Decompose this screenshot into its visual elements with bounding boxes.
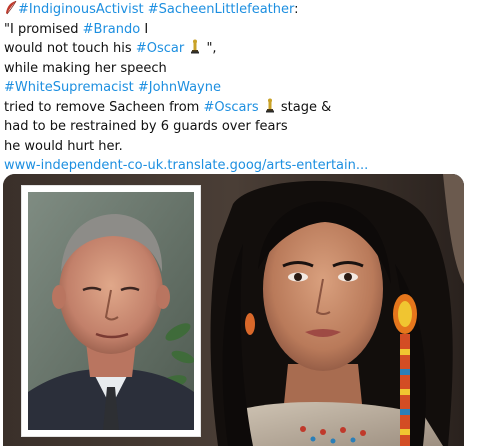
article-url-link[interactable]: www-independent-co-uk.translate.goog/art… xyxy=(4,158,368,173)
hashtag-link[interactable]: #Oscars xyxy=(203,100,258,115)
tweet-text-segment: while making her speech xyxy=(4,60,167,76)
inset-photo-frame xyxy=(21,185,201,437)
tweet-text-segment xyxy=(184,41,188,56)
tweet-line: he would hurt her. xyxy=(4,137,484,157)
tweet-media[interactable] xyxy=(3,174,464,446)
tweet-line: www-independent-co-uk.translate.goog/art… xyxy=(4,156,484,176)
tweet-text-segment: had to be restrained by 6 guards over fe… xyxy=(4,119,288,134)
tweet-line: would not touch his #Oscar ", xyxy=(4,39,484,59)
man-portrait-photo xyxy=(28,192,194,430)
tweet-text-segment: ", xyxy=(202,41,217,56)
tweet-line: had to be restrained by 6 guards over fe… xyxy=(4,117,484,137)
feather-icon xyxy=(5,0,17,15)
hashtag-link[interactable]: #Brando xyxy=(83,22,141,37)
tweet-text-segment: tried to remove Sacheen from xyxy=(4,99,204,115)
trophy-icon xyxy=(264,98,276,113)
tweet-line: while making her speech xyxy=(4,59,484,79)
tweet-line: "I promised #Brando I xyxy=(4,20,484,40)
tweet-line: tried to remove Sacheen from #Oscars sta… xyxy=(4,98,484,118)
trophy-icon xyxy=(189,39,201,54)
tweet-line: #WhiteSupremacist #JohnWayne xyxy=(4,78,484,98)
tweet-text: #IndiginousActivist #SacheenLittlefeathe… xyxy=(4,0,484,176)
tweet-line: #IndiginousActivist #SacheenLittlefeathe… xyxy=(4,0,484,20)
tweet-text-segment: stage & xyxy=(276,99,332,115)
tweet-text-segment: I xyxy=(140,21,149,37)
hashtag-link[interactable]: #IndiginousActivist xyxy=(18,2,144,17)
hashtag-link[interactable]: #SacheenLittlefeather xyxy=(148,2,294,17)
hashtag-link[interactable]: #JohnWayne xyxy=(138,80,221,95)
tweet-text-segment: "I promised xyxy=(4,21,83,37)
tweet-text-segment xyxy=(259,100,263,115)
hashtag-link[interactable]: #WhiteSupremacist xyxy=(4,80,134,95)
tweet-text-segment: : xyxy=(294,2,299,17)
tweet-text-segment: would not touch his xyxy=(4,41,136,56)
tweet-text-segment: he would hurt her. xyxy=(4,138,123,154)
hashtag-link[interactable]: #Oscar xyxy=(136,41,184,56)
